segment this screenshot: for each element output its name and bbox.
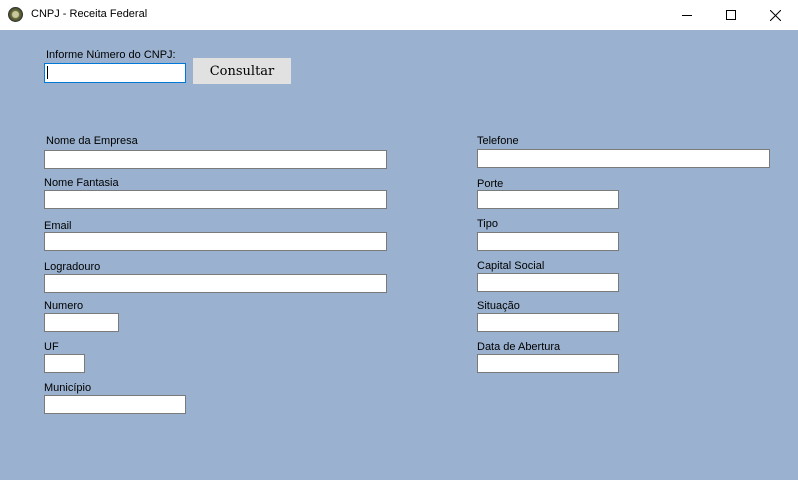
nome-fantasia-label: Nome Fantasia: [44, 177, 119, 189]
cnpj-label: Informe Número do CNPJ:: [46, 49, 176, 61]
email-field[interactable]: [44, 232, 387, 251]
tipo-field[interactable]: [477, 232, 619, 251]
maximize-icon: [726, 10, 736, 20]
title-bar[interactable]: CNPJ - Receita Federal: [0, 0, 798, 30]
app-seal-icon: [8, 7, 23, 22]
nome-empresa-field[interactable]: [44, 150, 387, 169]
cnpj-input[interactable]: [44, 63, 186, 83]
capital-social-label: Capital Social: [477, 260, 545, 272]
capital-social-field[interactable]: [477, 273, 619, 292]
telefone-field[interactable]: [477, 149, 770, 168]
consultar-button[interactable]: Consultar: [193, 58, 291, 84]
minimize-icon: [682, 15, 692, 16]
logradouro-field[interactable]: [44, 274, 387, 293]
municipio-label: Município: [44, 382, 92, 394]
situacao-field[interactable]: [477, 313, 619, 332]
text-caret: [47, 66, 48, 79]
uf-label: UF: [44, 341, 59, 353]
maximize-button[interactable]: [708, 0, 754, 30]
situacao-label: Situação: [477, 300, 520, 312]
close-button[interactable]: [752, 0, 798, 30]
window-title: CNPJ - Receita Federal: [31, 8, 148, 20]
telefone-label: Telefone: [477, 135, 519, 147]
porte-label: Porte: [477, 178, 504, 190]
nome-fantasia-field[interactable]: [44, 190, 387, 209]
uf-field[interactable]: [44, 354, 85, 373]
logradouro-label: Logradouro: [44, 261, 101, 273]
nome-empresa-label: Nome da Empresa: [46, 135, 138, 147]
numero-field[interactable]: [44, 313, 119, 332]
close-icon: [769, 9, 781, 21]
app-window: CNPJ - Receita Federal Informe Número do…: [0, 0, 798, 480]
minimize-button[interactable]: [664, 0, 710, 30]
email-label: Email: [44, 220, 72, 232]
porte-field[interactable]: [477, 190, 619, 209]
data-abertura-field[interactable]: [477, 354, 619, 373]
data-abertura-label: Data de Abertura: [477, 341, 561, 353]
tipo-label: Tipo: [477, 218, 498, 230]
numero-label: Numero: [44, 300, 84, 312]
municipio-field[interactable]: [44, 395, 186, 414]
